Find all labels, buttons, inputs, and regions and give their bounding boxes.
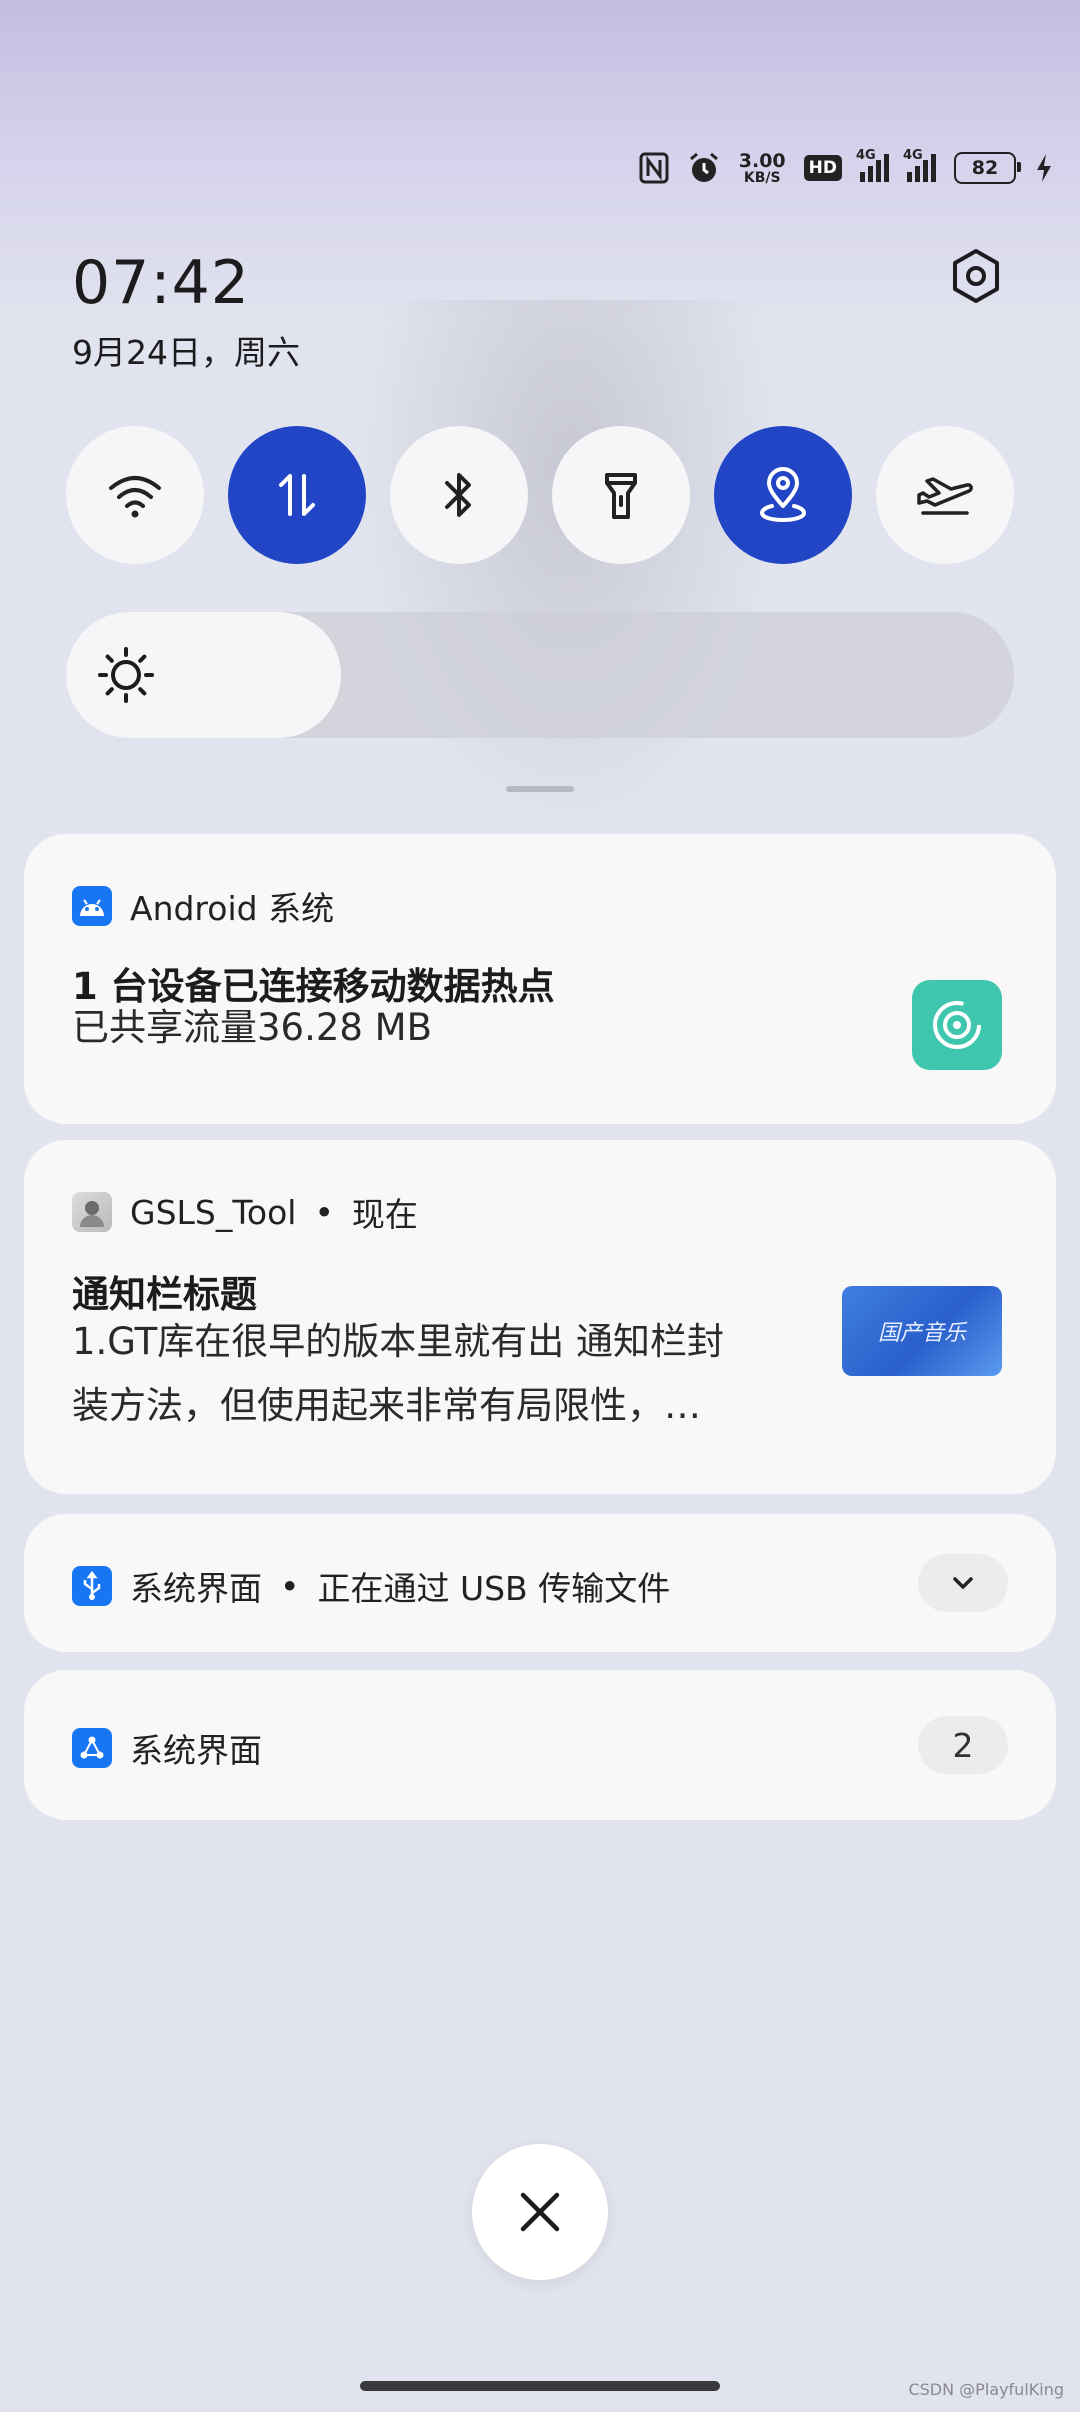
notification-gsls-tool[interactable]: GSLS_Tool • 现在 通知栏标题 1.GT库在很早的版本里就有出 通知栏… (24, 1140, 1056, 1494)
notification-thumbnail: 国产音乐 (842, 1286, 1002, 1376)
bluetooth-icon (445, 473, 471, 517)
notification-count-badge[interactable]: 2 (918, 1716, 1008, 1774)
toggle-location[interactable] (714, 426, 852, 564)
hd-voice-icon: HD (803, 155, 842, 181)
wifi-icon (109, 476, 161, 518)
status-bar: 3.00 KB/S HD 4G 4G 82 (639, 146, 1054, 190)
separator-dot: • (314, 1192, 334, 1232)
brightness-icon (98, 647, 154, 703)
mobile-data-icon (279, 474, 315, 516)
notification-header: GSLS_Tool • 现在 (72, 1188, 418, 1236)
notification-summary: 正在通过 USB 传输文件 (317, 1569, 671, 1608)
chevron-down-icon (953, 1577, 973, 1589)
watermark: CSDN @PlayfulKing (908, 2380, 1064, 2399)
clear-all-button[interactable] (472, 2144, 608, 2280)
app-name: GSLS_Tool (130, 1192, 297, 1232)
notification-header: Android 系统 (72, 882, 334, 930)
alarm-icon (687, 151, 721, 185)
thumbnail-text: 国产音乐 (877, 1321, 966, 1346)
clock: 07:42 (72, 248, 250, 318)
usb-icon (72, 1566, 112, 1606)
background-blur (340, 300, 800, 860)
notification-time: 现在 (351, 1195, 418, 1234)
signal-icon: 4G (903, 148, 936, 182)
android-icon (72, 886, 112, 926)
toggle-airplane-mode[interactable] (876, 426, 1014, 564)
app-avatar (72, 1192, 112, 1232)
charging-icon (1034, 152, 1054, 184)
notification-body-line-1: 1.GT库在很早的版本里就有出 通知栏封 (72, 1320, 725, 1363)
network-speed: 3.00 KB/S (738, 149, 786, 186)
brightness-slider[interactable] (66, 612, 1014, 738)
share-icon (72, 1728, 112, 1768)
panel-drag-handle[interactable] (506, 786, 574, 792)
flashlight-icon (605, 473, 637, 519)
signal-icon: 4G (856, 148, 889, 182)
count-label: 2 (952, 1725, 974, 1765)
battery-icon: 82 (954, 152, 1021, 184)
notification-header: 系统界面 (72, 1724, 262, 1772)
notification-header: 系统界面 • 正在通过 USB 传输文件 (72, 1562, 670, 1610)
notification-body: 已共享流量36.28 MB (72, 1006, 432, 1049)
notification-system-ui-group[interactable]: 系统界面 2 (24, 1670, 1056, 1820)
toggle-bluetooth[interactable] (390, 426, 528, 564)
location-icon (759, 467, 807, 523)
airplane-icon (917, 477, 973, 515)
settings-button[interactable] (946, 246, 1006, 306)
toggle-flashlight[interactable] (552, 426, 690, 564)
app-name: 系统界面 (130, 1731, 262, 1770)
quick-settings-row (66, 426, 1014, 564)
toggle-mobile-data[interactable] (228, 426, 366, 564)
notification-hotspot[interactable]: Android 系统 1 台设备已连接移动数据热点 已共享流量36.28 MB (24, 834, 1056, 1124)
hotspot-icon (912, 980, 1002, 1070)
date: 9月24日，周六 (72, 333, 300, 372)
app-name: Android 系统 (130, 889, 335, 928)
nfc-icon (639, 152, 669, 184)
notification-body-line-2: 装方法，但使用起来非常有局限性，… (72, 1384, 701, 1427)
notification-usb[interactable]: 系统界面 • 正在通过 USB 传输文件 (24, 1514, 1056, 1652)
app-name: 系统界面 (130, 1569, 262, 1608)
gesture-nav-bar[interactable] (360, 2381, 720, 2391)
close-icon (520, 2192, 560, 2232)
separator-dot: • (280, 1566, 300, 1606)
toggle-wifi[interactable] (66, 426, 204, 564)
expand-button[interactable] (918, 1554, 1008, 1612)
gear-icon (953, 249, 999, 303)
